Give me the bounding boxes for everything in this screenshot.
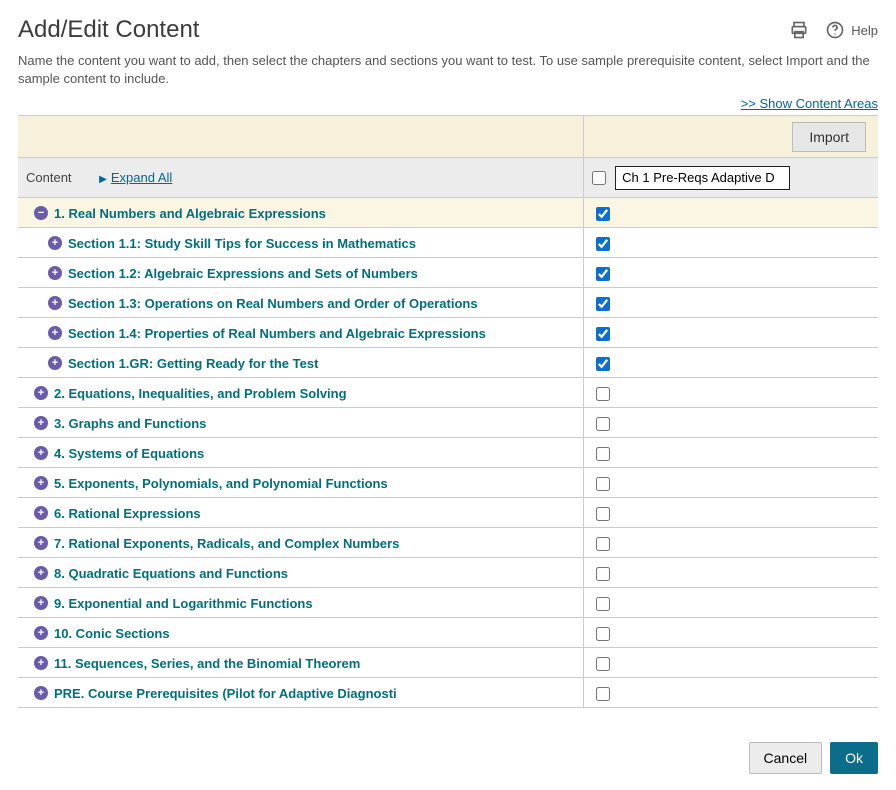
row-label[interactable]: 4. Systems of Equations (54, 446, 204, 461)
expand-icon[interactable]: + (34, 596, 48, 610)
table-row: +4. Systems of Equations (18, 438, 878, 468)
expand-icon[interactable]: + (48, 326, 62, 340)
import-row: Import (18, 116, 878, 158)
expand-icon[interactable]: + (34, 536, 48, 550)
row-label[interactable]: Section 1.4: Properties of Real Numbers … (68, 326, 486, 341)
row-checkbox[interactable] (596, 207, 610, 221)
row-label[interactable]: Section 1.1: Study Skill Tips for Succes… (68, 236, 416, 251)
table-row: +7. Rational Exponents, Radicals, and Co… (18, 528, 878, 558)
expand-icon[interactable]: + (34, 626, 48, 640)
help-button[interactable]: Help (825, 20, 878, 40)
table-row: +8. Quadratic Equations and Functions (18, 558, 878, 588)
table-row: + Section 1.2: Algebraic Expressions and … (18, 258, 878, 288)
expand-icon[interactable]: + (34, 686, 48, 700)
row-checkbox[interactable] (596, 297, 610, 311)
table-row: +5. Exponents, Polynomials, and Polynomi… (18, 468, 878, 498)
row-checkbox[interactable] (596, 507, 610, 521)
row-label[interactable]: Section 1.GR: Getting Ready for the Test (68, 356, 318, 371)
table-row: + Section 1.GR: Getting Ready for the Tes… (18, 348, 878, 378)
row-label[interactable]: 8. Quadratic Equations and Functions (54, 566, 288, 581)
table-row: + Section 1.3: Operations on Real Numbers… (18, 288, 878, 318)
page-title: Add/Edit Content (18, 16, 199, 44)
content-name-input[interactable] (615, 166, 790, 190)
ok-button[interactable]: Ok (830, 742, 878, 774)
row-label[interactable]: 2. Equations, Inequalities, and Problem … (54, 386, 347, 401)
row-checkbox[interactable] (596, 357, 610, 371)
footer-actions: Cancel Ok (18, 742, 878, 774)
row-checkbox[interactable] (596, 477, 610, 491)
row-label[interactable]: 10. Conic Sections (54, 626, 170, 641)
show-content-areas-link[interactable]: >> Show Content Areas (18, 96, 878, 111)
table-row: + PRE. Course Prerequisites (Pilot for Ad… (18, 678, 878, 708)
expand-all-link[interactable]: Expand All (111, 170, 172, 185)
content-column-label: Content (26, 170, 72, 185)
row-label[interactable]: 5. Exponents, Polynomials, and Polynomia… (54, 476, 388, 491)
row-label[interactable]: 9. Exponential and Logarithmic Functions (54, 596, 313, 611)
row-checkbox[interactable] (596, 327, 610, 341)
table-row: +9. Exponential and Logarithmic Function… (18, 588, 878, 618)
row-checkbox[interactable] (596, 687, 610, 701)
help-label: Help (851, 23, 878, 38)
row-checkbox[interactable] (596, 627, 610, 641)
expand-icon[interactable]: + (48, 236, 62, 250)
row-label[interactable]: 1. Real Numbers and Algebraic Expression… (54, 206, 326, 221)
expand-icon[interactable]: + (34, 566, 48, 580)
expand-icon[interactable]: + (48, 296, 62, 310)
row-checkbox[interactable] (596, 597, 610, 611)
help-icon (825, 20, 845, 40)
table-row: +10. Conic Sections (18, 618, 878, 648)
header-actions: Help (789, 20, 878, 40)
expand-icon[interactable]: + (34, 386, 48, 400)
expand-icon[interactable]: + (48, 266, 62, 280)
collapse-icon[interactable]: − (34, 206, 48, 220)
table-row: +6. Rational Expressions (18, 498, 878, 528)
table-row: +2. Equations, Inequalities, and Problem… (18, 378, 878, 408)
expand-icon[interactable]: + (34, 656, 48, 670)
row-checkbox[interactable] (596, 567, 610, 581)
row-label[interactable]: 7. Rational Exponents, Radicals, and Com… (54, 536, 399, 551)
row-label[interactable]: PRE. Course Prerequisites (Pilot for Ada… (54, 686, 397, 701)
expand-icon[interactable]: + (34, 506, 48, 520)
row-checkbox[interactable] (596, 447, 610, 461)
import-button[interactable]: Import (792, 122, 866, 152)
content-table: Import Content ▶ Expand All −1. Real Numb… (18, 115, 878, 708)
row-checkbox[interactable] (596, 267, 610, 281)
table-header-row: Content ▶ Expand All (18, 158, 878, 198)
select-all-checkbox[interactable] (592, 171, 606, 185)
row-checkbox[interactable] (596, 537, 610, 551)
print-icon[interactable] (789, 20, 809, 40)
table-row: +3. Graphs and Functions (18, 408, 878, 438)
expand-icon[interactable]: + (34, 416, 48, 430)
row-label[interactable]: Section 1.3: Operations on Real Numbers … (68, 296, 478, 311)
row-label[interactable]: 3. Graphs and Functions (54, 416, 206, 431)
table-row: −1. Real Numbers and Algebraic Expressio… (18, 198, 878, 228)
row-label[interactable]: 6. Rational Expressions (54, 506, 201, 521)
expand-icon[interactable]: + (34, 446, 48, 460)
table-row: +11. Sequences, Series, and the Binomial… (18, 648, 878, 678)
page-description: Name the content you want to add, then s… (18, 52, 878, 88)
page-header: Add/Edit Content Help (18, 16, 878, 44)
row-checkbox[interactable] (596, 657, 610, 671)
table-row: + Section 1.1: Study Skill Tips for Succe… (18, 228, 878, 258)
row-label[interactable]: Section 1.2: Algebraic Expressions and S… (68, 266, 418, 281)
cancel-button[interactable]: Cancel (749, 742, 823, 774)
expand-icon[interactable]: + (48, 356, 62, 370)
table-row: + Section 1.4: Properties of Real Numbers… (18, 318, 878, 348)
row-label[interactable]: 11. Sequences, Series, and the Binomial … (54, 656, 360, 671)
expand-tri-icon: ▶ (99, 174, 107, 185)
row-checkbox[interactable] (596, 417, 610, 431)
expand-icon[interactable]: + (34, 476, 48, 490)
row-checkbox[interactable] (596, 387, 610, 401)
row-checkbox[interactable] (596, 237, 610, 251)
